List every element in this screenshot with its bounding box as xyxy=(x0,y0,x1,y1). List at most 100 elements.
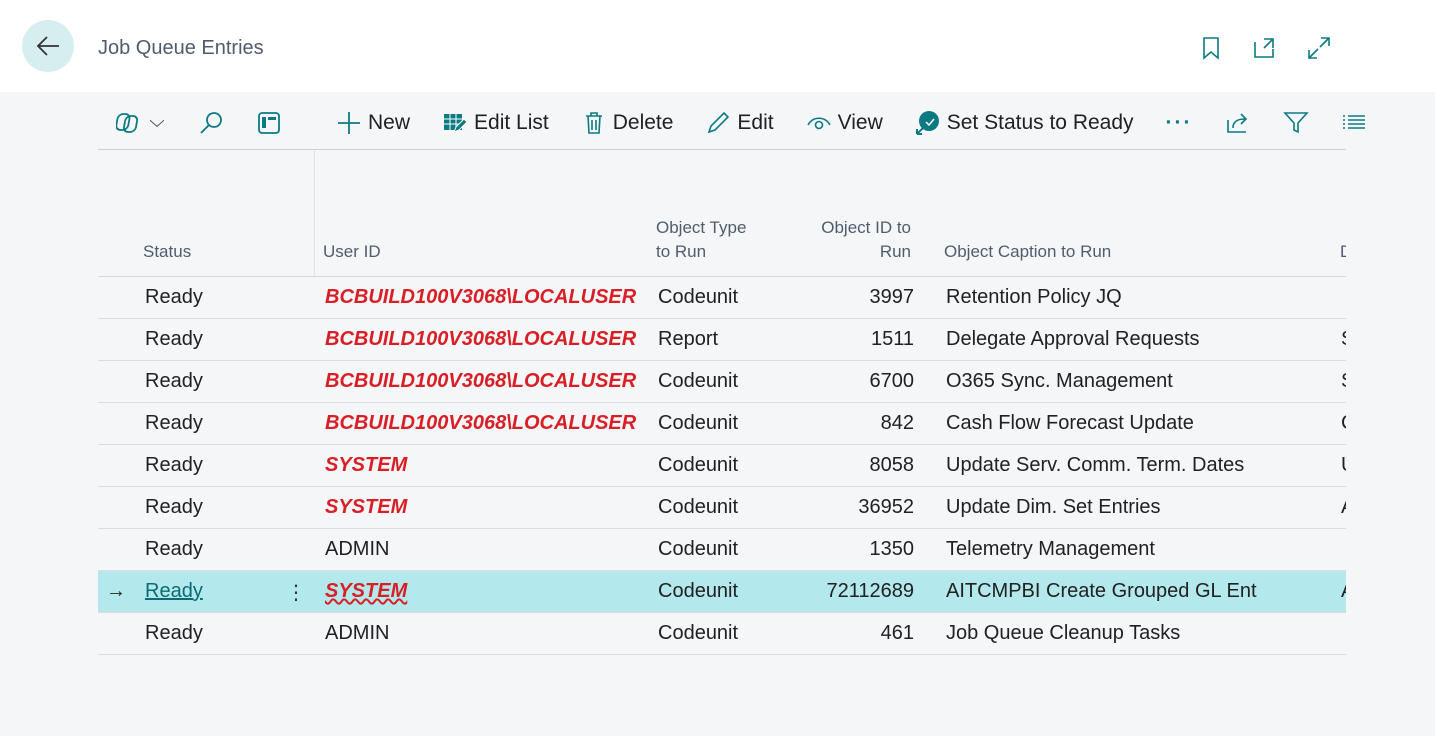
cell-object-type[interactable]: Codeunit xyxy=(658,622,738,645)
cell-status[interactable]: Ready xyxy=(145,286,203,309)
cell-object-type[interactable]: Codeunit xyxy=(658,286,738,309)
new-button[interactable]: New xyxy=(336,110,410,136)
cell-caption[interactable]: Retention Policy JQ xyxy=(946,286,1122,309)
cell-caption[interactable]: Update Dim. Set Entries xyxy=(946,496,1161,519)
search-icon xyxy=(200,111,222,134)
cell-status[interactable]: Ready xyxy=(145,454,203,477)
cell-next[interactable]: C xyxy=(1341,412,1346,435)
cell-object-id[interactable]: 842 xyxy=(881,412,914,435)
set-status-icon xyxy=(915,110,939,135)
table-row[interactable]: Ready BCBUILD100V3068\LOCALUSER Report 1… xyxy=(98,319,1346,361)
edit-list-label: Edit List xyxy=(474,110,549,134)
cell-object-type[interactable]: Report xyxy=(658,328,718,351)
cell-object-type[interactable]: Codeunit xyxy=(658,370,738,393)
cell-object-id[interactable]: 1350 xyxy=(870,538,915,561)
cell-caption[interactable]: Update Serv. Comm. Term. Dates xyxy=(946,454,1244,477)
open-new-window-icon[interactable] xyxy=(1252,36,1276,60)
back-button[interactable] xyxy=(22,20,74,72)
search-button[interactable] xyxy=(198,110,224,136)
cell-user-id[interactable]: BCBUILD100V3068\LOCALUSER xyxy=(325,412,636,435)
cell-object-id[interactable]: 36952 xyxy=(858,496,914,519)
new-label: New xyxy=(368,110,411,134)
cell-object-id[interactable]: 6700 xyxy=(870,370,915,393)
set-status-label: Set Status to Ready xyxy=(946,110,1134,134)
table-row[interactable]: → ⋮ Ready SYSTEM Codeunit 72112689 AITCMPB… xyxy=(98,571,1346,613)
cell-user-id[interactable]: SYSTEM xyxy=(325,496,407,519)
cell-caption[interactable]: Delegate Approval Requests xyxy=(946,328,1200,351)
column-header-next[interactable]: D xyxy=(1340,240,1346,264)
table-header: Status User ID Object Type to Run Object… xyxy=(98,150,1346,277)
row-menu-icon[interactable]: ⋮ xyxy=(286,580,306,605)
edit-list-button[interactable]: Edit List xyxy=(442,110,549,136)
cell-user-id[interactable]: BCBUILD100V3068\LOCALUSER xyxy=(325,370,636,393)
cell-caption[interactable]: O365 Sync. Management xyxy=(946,370,1173,393)
trash-icon xyxy=(585,111,602,134)
copilot-icon xyxy=(116,112,139,133)
copilot-button[interactable] xyxy=(116,110,166,136)
delete-label: Delete xyxy=(612,110,674,134)
table-row[interactable]: Ready ADMIN Codeunit 1350 Telemetry Mana… xyxy=(98,529,1346,571)
cell-next[interactable]: S xyxy=(1341,370,1346,393)
cell-next[interactable]: U xyxy=(1341,454,1346,477)
cell-user-id[interactable]: BCBUILD100V3068\LOCALUSER xyxy=(325,328,636,351)
bookmark-icon[interactable] xyxy=(1199,36,1223,60)
cell-user-id[interactable]: SYSTEM xyxy=(325,580,407,603)
cell-status[interactable]: Ready xyxy=(145,580,203,603)
share-button[interactable] xyxy=(1225,110,1251,136)
view-label: View xyxy=(837,110,883,134)
cell-user-id[interactable]: ADMIN xyxy=(325,622,389,645)
cell-object-type[interactable]: Codeunit xyxy=(658,454,738,477)
cell-object-id[interactable]: 1511 xyxy=(871,328,914,351)
table-row[interactable]: Ready BCBUILD100V3068\LOCALUSER Codeunit… xyxy=(98,403,1346,445)
page-title: Job Queue Entries xyxy=(98,37,264,59)
cell-object-type[interactable]: Codeunit xyxy=(658,496,738,519)
filter-button[interactable] xyxy=(1282,110,1309,136)
cell-user-id[interactable]: SYSTEM xyxy=(325,454,407,477)
cell-status[interactable]: Ready xyxy=(145,412,203,435)
table-row[interactable]: Ready BCBUILD100V3068\LOCALUSER Codeunit… xyxy=(98,361,1346,403)
column-header-user-id[interactable]: User ID xyxy=(323,240,381,264)
delete-button[interactable]: Delete xyxy=(581,110,674,136)
column-header-object-type[interactable]: Object Type to Run xyxy=(656,216,746,264)
cell-object-id[interactable]: 8058 xyxy=(870,454,915,477)
action-bar: New Edit List Delete Edit View Set Statu… xyxy=(98,96,1365,150)
cell-user-id[interactable]: BCBUILD100V3068\LOCALUSER xyxy=(325,286,636,309)
cell-caption[interactable]: Telemetry Management xyxy=(946,538,1155,561)
layout-toggle-icon xyxy=(258,111,280,134)
list-view-button[interactable] xyxy=(1341,110,1367,136)
cell-object-id[interactable]: 3997 xyxy=(870,286,915,309)
set-status-ready-button[interactable]: Set Status to Ready xyxy=(915,110,1134,136)
cell-next[interactable]: S xyxy=(1341,328,1346,351)
cell-object-id[interactable]: 72112689 xyxy=(827,580,915,603)
more-icon: ··· xyxy=(1165,110,1193,134)
cell-status[interactable]: Ready xyxy=(145,328,203,351)
cell-caption[interactable]: Job Queue Cleanup Tasks xyxy=(946,622,1180,645)
table-row[interactable]: Ready SYSTEM Codeunit 36952 Update Dim. … xyxy=(98,487,1346,529)
cell-caption[interactable]: Cash Flow Forecast Update xyxy=(946,412,1194,435)
cell-caption[interactable]: AITCMPBI Create Grouped GL Ent xyxy=(946,580,1257,603)
cell-object-type[interactable]: Codeunit xyxy=(658,580,738,603)
cell-next[interactable]: A xyxy=(1341,496,1346,519)
cell-status[interactable]: Ready xyxy=(145,370,203,393)
table-row[interactable]: Ready ADMIN Codeunit 461 Job Queue Clean… xyxy=(98,613,1346,655)
table-row[interactable]: Ready SYSTEM Codeunit 8058 Update Serv. … xyxy=(98,445,1346,487)
cell-status[interactable]: Ready xyxy=(145,538,203,561)
cell-object-type[interactable]: Codeunit xyxy=(658,412,738,435)
cell-object-type[interactable]: Codeunit xyxy=(658,538,738,561)
cell-status[interactable]: Ready xyxy=(145,622,203,645)
row-arrow-icon: → xyxy=(106,580,126,602)
column-header-caption[interactable]: Object Caption to Run xyxy=(944,240,1111,264)
cell-user-id[interactable]: ADMIN xyxy=(325,538,389,561)
cell-object-id[interactable]: 461 xyxy=(881,622,914,645)
edit-button[interactable]: Edit xyxy=(705,110,774,136)
cell-next[interactable]: A xyxy=(1341,580,1346,603)
analysis-mode-button[interactable] xyxy=(256,110,282,136)
cell-status[interactable]: Ready xyxy=(145,496,203,519)
page-header: Job Queue Entries xyxy=(0,0,1435,92)
expand-icon[interactable] xyxy=(1307,36,1331,60)
more-options-button[interactable]: ··· xyxy=(1166,111,1193,135)
table-row[interactable]: Ready BCBUILD100V3068\LOCALUSER Codeunit… xyxy=(98,277,1346,319)
column-header-object-id[interactable]: Object ID to Run xyxy=(821,216,911,264)
column-header-status[interactable]: Status xyxy=(143,240,191,264)
view-button[interactable]: View xyxy=(806,110,883,136)
